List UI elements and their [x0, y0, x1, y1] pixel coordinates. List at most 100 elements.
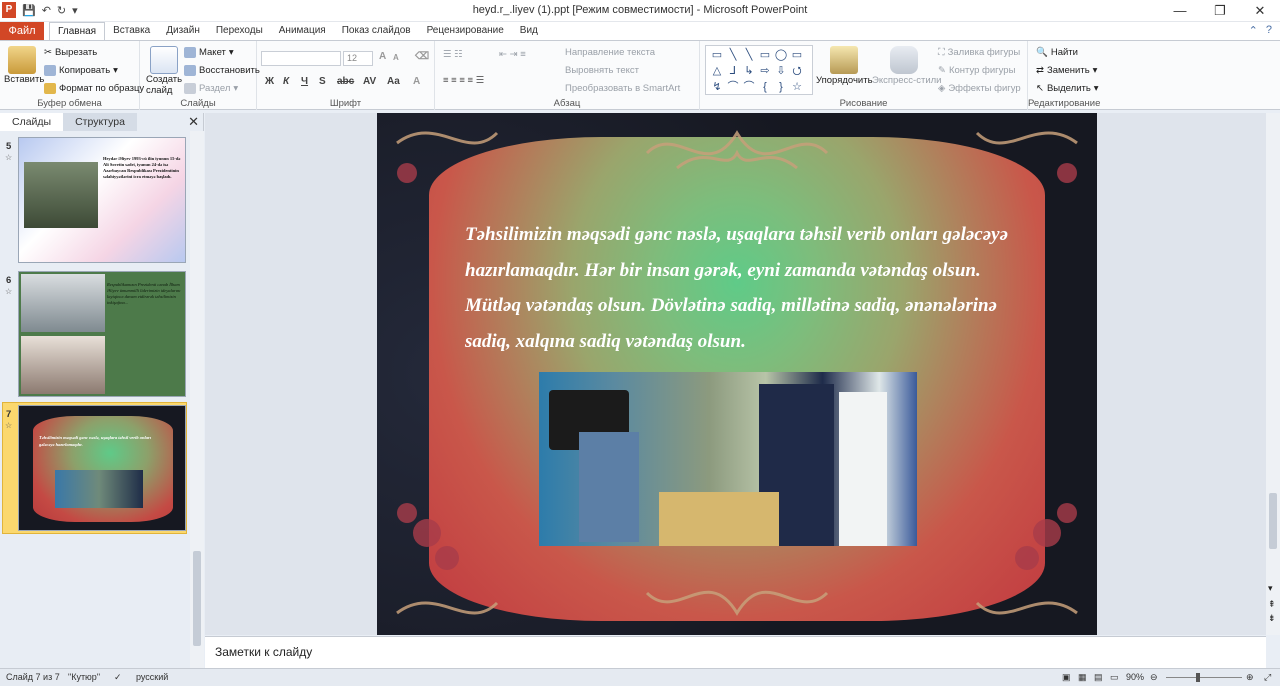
- paragraph-group: ☰ ☷ ⇤ ⇥ ≡ Направление текста Выровнять т…: [435, 41, 700, 110]
- drawing-group: ▭ ╲ ╲ ▭ ◯ ▭ △ ⅃ ↳ ⇨ ⇩ ⭯ ↯ ⌒ ⌒{} ☆ Упорядочить Экспрес…: [700, 41, 1028, 110]
- italic-icon[interactable]: К: [283, 76, 289, 87]
- tab-slideshow[interactable]: Показ слайдов: [334, 22, 419, 40]
- slide-canvas[interactable]: Təhsilimizin məqsədi gənc nəslə, uşaqlar…: [377, 113, 1097, 635]
- editing-group-label: Редактирование: [1028, 98, 1101, 109]
- grow-font-icon[interactable]: A: [379, 51, 386, 62]
- bullets-icon[interactable]: ☰ ☷: [443, 49, 463, 60]
- reading-view-icon[interactable]: ▤: [1094, 672, 1103, 683]
- classroom-photo[interactable]: [539, 372, 917, 546]
- align-buttons[interactable]: ≡ ≡ ≡ ≡ ☰: [443, 75, 484, 86]
- slideshow-view-icon[interactable]: ▭: [1110, 672, 1119, 683]
- clipboard-group: Вставить ✂ Вырезать Копировать ▾ Формат по…: [0, 41, 144, 110]
- shape-effects-button[interactable]: ◈ Эффекты фигур: [938, 83, 1021, 94]
- pen-icon: ✎: [938, 65, 946, 76]
- slide-thumbnail-5[interactable]: Heydər Əliyev 1993-cü ilin iyunun 15-də …: [18, 137, 186, 263]
- slide-scrollbar[interactable]: ▾ ⇞ ⇟: [1266, 113, 1280, 635]
- help-icon[interactable]: ?: [1266, 24, 1272, 37]
- zoom-slider-thumb[interactable]: [1196, 673, 1200, 682]
- strikethrough-icon[interactable]: abc: [337, 76, 354, 87]
- format-painter-button[interactable]: Формат по образцу: [44, 83, 144, 94]
- select-button[interactable]: ↖ Выделить ▾: [1036, 83, 1099, 94]
- new-slide-icon[interactable]: [150, 46, 178, 74]
- text-direction-button[interactable]: Направление текста: [565, 47, 655, 58]
- shapes-gallery[interactable]: ▭ ╲ ╲ ▭ ◯ ▭ △ ⅃ ↳ ⇨ ⇩ ⭯ ↯ ⌒ ⌒{} ☆: [705, 45, 813, 95]
- notes-pane[interactable]: Заметки к слайду: [205, 636, 1266, 668]
- bold-icon[interactable]: Ж: [265, 76, 274, 87]
- arrange-icon[interactable]: [830, 46, 858, 74]
- section-button[interactable]: Раздел ▾: [184, 83, 238, 94]
- slide-thumbnail-6[interactable]: Respublikamızın Prezidenti cənab İlham Ə…: [18, 271, 186, 397]
- sorter-view-icon[interactable]: ▦: [1078, 672, 1087, 683]
- spellcheck-icon[interactable]: ✓: [114, 672, 122, 683]
- fit-to-window-icon[interactable]: ⤢: [1264, 672, 1271, 683]
- find-button[interactable]: 🔍 Найти: [1036, 47, 1078, 58]
- window-title: heyd.r_.liyev (1).ppt [Режим совместимос…: [472, 4, 808, 16]
- tab-transitions[interactable]: Переходы: [208, 22, 271, 40]
- notes-placeholder: Заметки к слайду: [215, 645, 313, 659]
- spacing-icon[interactable]: AV: [363, 76, 376, 87]
- prev-slide-icon[interactable]: ⇞: [1268, 599, 1276, 610]
- arrange-button[interactable]: Упорядочить: [816, 75, 873, 86]
- minimize-button[interactable]: —: [1160, 0, 1200, 22]
- maximize-button[interactable]: ❐: [1200, 0, 1240, 22]
- shape-outline-button[interactable]: ✎ Контур фигуры: [938, 65, 1015, 76]
- thumb-text: Respublikamızın Prezidenti cənab İlham Ə…: [107, 282, 181, 305]
- align-text-button[interactable]: Выровнять текст: [565, 65, 639, 76]
- scroll-thumb[interactable]: [193, 551, 201, 646]
- tab-insert[interactable]: Вставка: [105, 22, 158, 40]
- file-tab[interactable]: Файл: [0, 22, 44, 40]
- zoom-level[interactable]: 90%: [1126, 672, 1144, 682]
- animation-icon: ☆: [5, 153, 13, 162]
- scroll-thumb[interactable]: [1269, 493, 1277, 549]
- smartart-button[interactable]: Преобразовать в SmartArt: [565, 83, 680, 94]
- font-color-icon[interactable]: A: [413, 76, 420, 87]
- case-icon[interactable]: Aa: [387, 76, 400, 87]
- zoom-in-icon[interactable]: ⊕: [1246, 672, 1254, 683]
- effects-icon: ◈: [938, 83, 946, 94]
- tab-design[interactable]: Дизайн: [158, 22, 208, 40]
- tab-view[interactable]: Вид: [512, 22, 546, 40]
- zoom-slider[interactable]: [1166, 677, 1242, 678]
- reset-button[interactable]: Восстановить: [184, 65, 260, 76]
- language-indicator[interactable]: русский: [136, 672, 168, 682]
- new-slide-button[interactable]: Создать слайд: [146, 74, 186, 96]
- tab-animations[interactable]: Анимация: [271, 22, 334, 40]
- tab-review[interactable]: Рецензирование: [419, 22, 512, 40]
- paste-button[interactable]: Вставить: [4, 74, 44, 85]
- slide-thumbnail-7[interactable]: Təhsilimizin məqsədi gənc nəslə, uşaqlar…: [18, 405, 186, 531]
- normal-view-icon[interactable]: ▣: [1062, 672, 1071, 683]
- replace-button[interactable]: ⇄ Заменить ▾: [1036, 65, 1097, 76]
- panel-scrollbar[interactable]: [190, 131, 204, 668]
- slide-main-text[interactable]: Təhsilimizin məqsədi gənc nəslə, uşaqlar…: [465, 217, 1013, 359]
- paragraph-group-label: Абзац: [553, 98, 581, 109]
- font-size-box[interactable]: 12: [343, 51, 373, 66]
- theme-name: "Кутюр": [68, 672, 101, 682]
- slide-editor: Təhsilimizin məqsədi gənc nəslə, uşaqlar…: [205, 113, 1266, 635]
- quick-styles-icon[interactable]: [890, 46, 918, 74]
- zoom-out-icon[interactable]: ⊖: [1150, 672, 1158, 683]
- shape-fill-button[interactable]: ⛶ Заливка фигуры: [938, 47, 1020, 58]
- clipboard-group-label: Буфер обмена: [37, 98, 102, 109]
- scroll-down-icon[interactable]: ▾: [1268, 583, 1273, 594]
- replace-icon: ⇄: [1036, 65, 1044, 76]
- slides-group-label: Слайды: [180, 98, 216, 109]
- tab-outline[interactable]: Структура: [63, 113, 137, 131]
- tab-home[interactable]: Главная: [49, 22, 106, 40]
- close-panel-icon[interactable]: ✕: [188, 114, 199, 130]
- status-bar: Слайд 7 из 7 "Кутюр" ✓ русский ▣ ▦ ▤ ▭ 9…: [0, 668, 1280, 686]
- clear-formatting-icon[interactable]: ⌫: [415, 51, 429, 62]
- tab-slides[interactable]: Слайды: [0, 113, 64, 131]
- copy-button[interactable]: Копировать ▾: [44, 65, 118, 76]
- quick-styles-button[interactable]: Экспресс-стили: [872, 75, 941, 86]
- layout-button[interactable]: Макет ▾: [184, 47, 234, 58]
- font-name-box[interactable]: [261, 51, 341, 66]
- cut-button[interactable]: ✂ Вырезать: [44, 47, 97, 58]
- minimize-ribbon-icon[interactable]: ⌃: [1249, 24, 1258, 37]
- shadow-icon[interactable]: S: [319, 76, 326, 87]
- next-slide-icon[interactable]: ⇟: [1268, 613, 1276, 624]
- shrink-font-icon[interactable]: A: [393, 53, 399, 62]
- underline-icon[interactable]: Ч: [301, 76, 308, 87]
- close-button[interactable]: ✕: [1240, 0, 1280, 22]
- paste-icon[interactable]: [8, 46, 36, 74]
- indent-icon[interactable]: ⇤ ⇥ ≡: [499, 49, 526, 60]
